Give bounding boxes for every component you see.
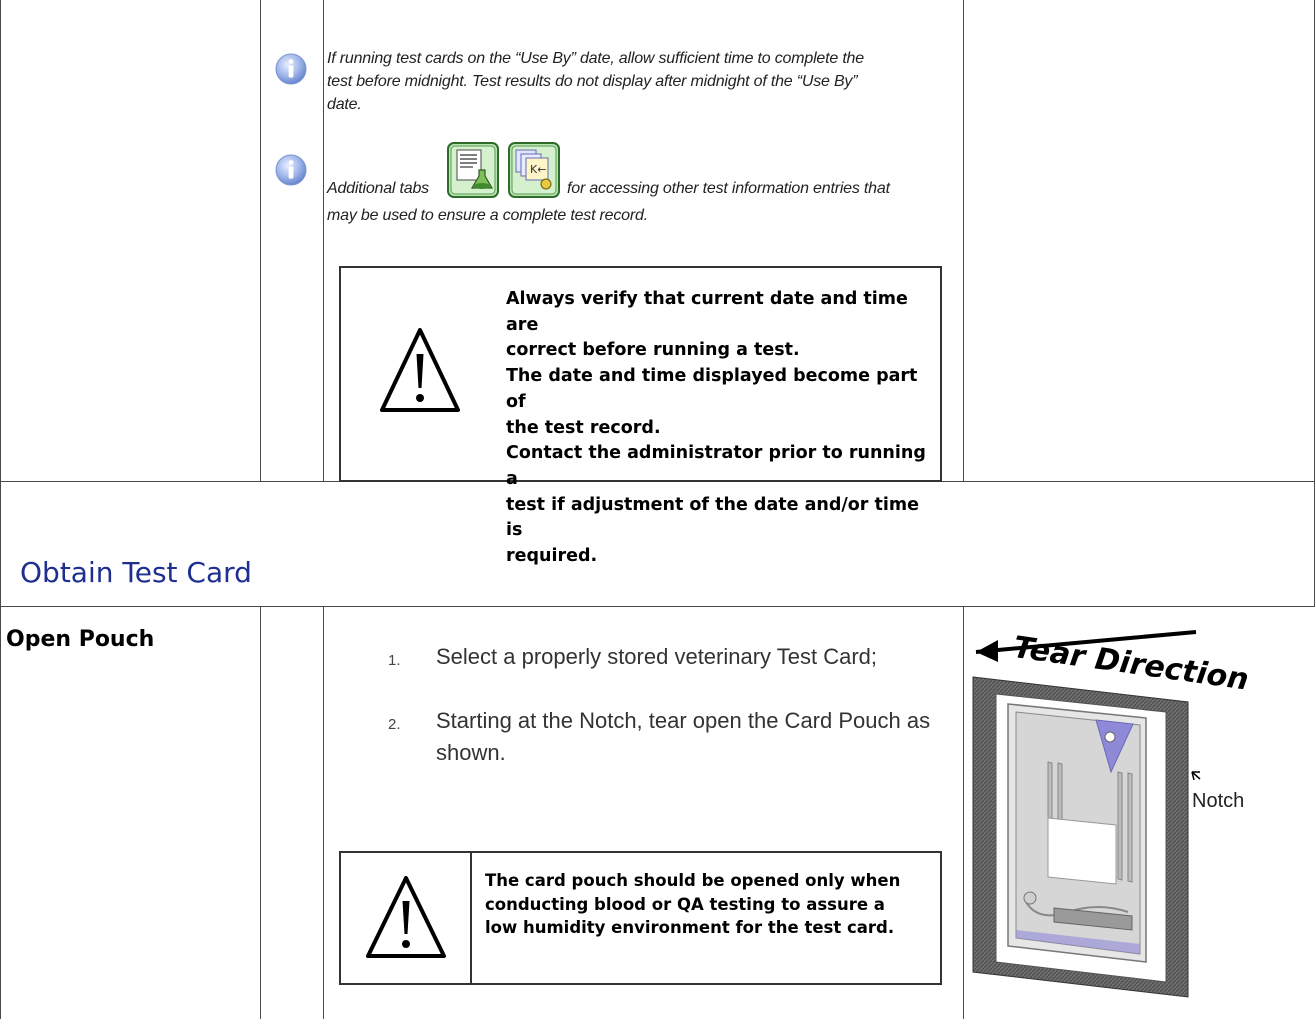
svg-text:K←: K← — [530, 163, 546, 176]
warning-line: Always verify that current date and time… — [506, 289, 908, 335]
row-label-open-pouch: Open Pouch — [6, 627, 155, 652]
warning-line: the test record. — [506, 417, 661, 438]
grid-line — [260, 606, 261, 1019]
warning-line: correct before running a test. — [506, 340, 800, 361]
warning-line: test if adjustment of the date and/or ti… — [506, 494, 919, 541]
tabs-note-line1-end: for accessing other test information ent… — [567, 177, 890, 200]
step-text: Select a properly stored veterinary Test… — [436, 644, 878, 669]
tabs-note-line2: may be used to ensure a complete test re… — [327, 204, 648, 227]
grid-line — [0, 0, 1, 481]
note-text: for accessing other test information ent… — [567, 180, 890, 197]
step-number: 2. — [388, 716, 401, 733]
info-icon — [275, 154, 307, 186]
step-item: 2. Starting at the Notch, tear open the … — [388, 705, 948, 769]
warning-triangle-icon — [366, 876, 446, 958]
warning-line: required. — [506, 546, 598, 567]
warning-line: The card pouch should be opened only whe… — [485, 871, 901, 890]
note-line: test before midnight. Test results do no… — [327, 73, 858, 90]
use-by-note: If running test cards on the “Use By” da… — [327, 47, 957, 116]
warning-divider — [470, 851, 472, 985]
warning-text: The card pouch should be opened only whe… — [485, 869, 935, 940]
warning-line: The date and time displayed become part … — [506, 366, 918, 412]
note-line: date. — [327, 96, 362, 113]
keyboard-tab-icon: K← — [508, 142, 560, 198]
note-text: may be used to ensure a complete test re… — [327, 207, 648, 224]
note-text: Additional tabs — [327, 180, 429, 197]
warning-triangle-icon — [380, 328, 460, 412]
notch-label: Notch — [1192, 790, 1245, 812]
warning-text: Always verify that current date and time… — [506, 287, 936, 570]
grid-line — [323, 606, 324, 1019]
warning-line: conducting blood or QA testing to assure… — [485, 894, 885, 914]
step-item: 1. Select a properly stored veterinary T… — [388, 641, 948, 673]
section-title: Obtain Test Card — [20, 556, 252, 589]
step-number: 1. — [388, 652, 401, 669]
note-line: If running test cards on the “Use By” da… — [327, 50, 864, 67]
grid-line — [0, 481, 1, 1019]
step-line: Starting at the Notch, tear open the Car… — [436, 708, 931, 733]
warning-line: Contact the administrator prior to runni… — [506, 443, 926, 489]
grid-line — [0, 606, 1315, 607]
grid-line — [323, 0, 324, 481]
grid-line — [260, 0, 261, 481]
grid-line — [963, 606, 964, 1019]
tabs-note-line1: Additional tabs — [327, 177, 429, 200]
results-tab-icon — [447, 142, 499, 198]
grid-line — [963, 0, 964, 481]
info-icon — [275, 53, 307, 85]
warning-line: low humidity environment for the test ca… — [485, 918, 895, 937]
step-text: Starting at the Notch, tear open the Car… — [436, 705, 936, 769]
step-line: shown. — [436, 740, 506, 765]
